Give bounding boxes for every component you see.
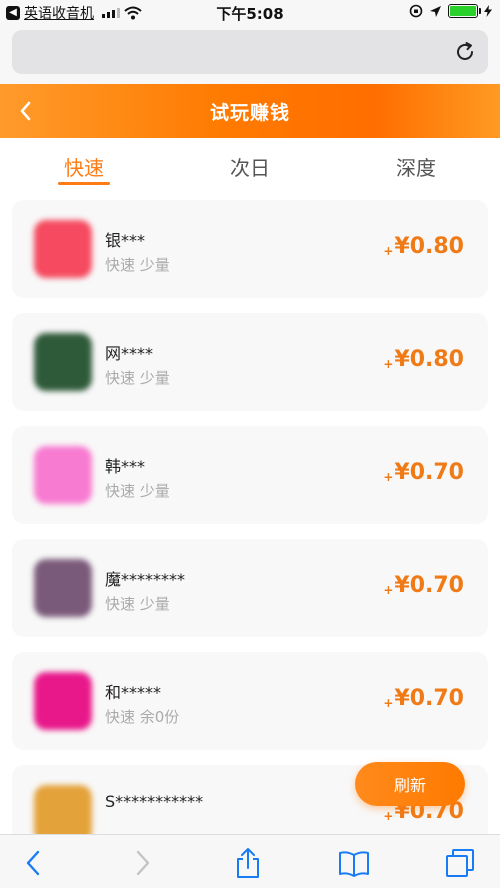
browser-forward-icon[interactable] xyxy=(126,847,158,879)
task-tags: 快速 少量 xyxy=(105,482,170,500)
task-list: 银*** 快速 少量 + ¥0.80 网**** 快速 少量 + ¥0.80 韩… xyxy=(0,192,500,834)
status-bar: ◀ 英语收音机 下午5:08 xyxy=(0,0,500,26)
app-icon xyxy=(34,220,92,278)
reward-plus: + xyxy=(383,583,394,597)
task-card[interactable]: 网**** 快速 少量 + ¥0.80 xyxy=(12,313,488,411)
page-title: 试玩赚钱 xyxy=(209,101,290,124)
reward-plus: + xyxy=(383,696,394,710)
browser-toolbar xyxy=(0,834,500,888)
app-icon xyxy=(34,333,92,391)
task-app-name: 和***** xyxy=(105,683,162,702)
browser-address-bar xyxy=(0,26,500,84)
tab-next-day[interactable]: 次日 xyxy=(230,152,270,181)
task-card[interactable]: 和***** 快速 余0份 + ¥0.70 xyxy=(12,652,488,750)
reward-amount: ¥0.80 xyxy=(394,234,464,259)
back-arrow-icon[interactable] xyxy=(14,98,38,124)
task-app-name: 网**** xyxy=(105,344,154,363)
tab-fast[interactable]: 快速 xyxy=(64,152,104,181)
task-app-name: 银*** xyxy=(105,231,146,250)
app-icon xyxy=(34,446,92,504)
wifi-icon xyxy=(124,6,142,20)
tab-bar: 快速 次日 深度 xyxy=(0,138,500,192)
back-to-app-label[interactable]: 英语收音机 xyxy=(24,3,94,23)
orientation-lock-icon xyxy=(409,4,423,18)
task-tags: 快速 余0份 xyxy=(105,708,180,726)
reward-amount: ¥0.70 xyxy=(394,460,464,485)
bookmarks-icon[interactable] xyxy=(338,847,370,879)
task-tags: 快速 少量 xyxy=(105,595,170,613)
location-arrow-icon xyxy=(430,5,441,17)
active-tab-indicator xyxy=(58,182,110,185)
task-reward: + ¥0.70 xyxy=(383,686,464,711)
reward-plus: + xyxy=(383,244,394,258)
browser-back-icon[interactable] xyxy=(18,847,50,879)
task-app-name: 韩*** xyxy=(105,457,146,476)
task-reward: + ¥0.80 xyxy=(383,234,464,259)
reward-amount: ¥0.70 xyxy=(394,686,464,711)
task-card[interactable]: 韩*** 快速 少量 + ¥0.70 xyxy=(12,426,488,524)
share-icon[interactable] xyxy=(232,847,264,879)
app-icon xyxy=(34,785,92,834)
task-reward: + ¥0.70 xyxy=(383,573,464,598)
back-to-app-icon[interactable]: ◀ xyxy=(6,6,20,20)
refresh-button[interactable]: 刷新 xyxy=(355,762,465,806)
task-tags: 快速 少量 xyxy=(105,256,170,274)
tabs-icon[interactable] xyxy=(444,847,476,879)
task-app-name: S*********** xyxy=(105,792,204,811)
tab-deep[interactable]: 深度 xyxy=(396,152,436,181)
task-reward: + ¥0.80 xyxy=(383,347,464,372)
app-icon xyxy=(34,559,92,617)
charging-bolt-icon xyxy=(484,5,492,17)
page-header: 试玩赚钱 xyxy=(0,84,500,138)
app-icon xyxy=(34,672,92,730)
task-tags: 快速 少量 xyxy=(105,369,170,387)
task-app-name: 魔******** xyxy=(105,570,186,589)
task-reward: + ¥0.70 xyxy=(383,460,464,485)
reward-plus: + xyxy=(383,809,394,823)
reward-plus: + xyxy=(383,470,394,484)
reward-amount: ¥0.80 xyxy=(394,347,464,372)
battery-icon xyxy=(448,4,481,18)
cellular-signal-icon xyxy=(102,8,120,18)
reload-icon[interactable] xyxy=(454,41,476,63)
url-field[interactable] xyxy=(12,30,488,74)
task-card[interactable]: 魔******** 快速 少量 + ¥0.70 xyxy=(12,539,488,637)
task-card[interactable]: 银*** 快速 少量 + ¥0.80 xyxy=(12,200,488,298)
reward-plus: + xyxy=(383,357,394,371)
reward-amount: ¥0.70 xyxy=(394,573,464,598)
